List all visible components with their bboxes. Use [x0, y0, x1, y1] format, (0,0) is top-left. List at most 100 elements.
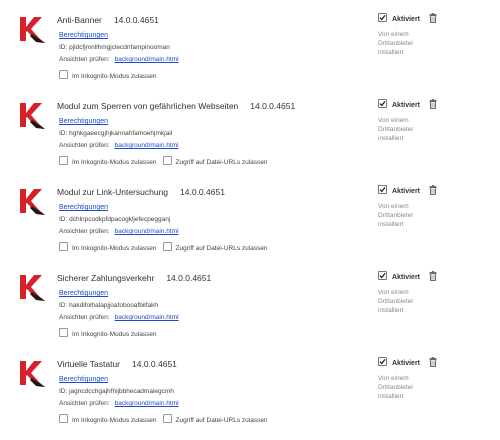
inspect-views: Ansichten prüfen: background/main.html — [59, 313, 179, 323]
extension-name: Anti-Banner — [57, 15, 102, 25]
third-party-note: Von einem Drittanbieter installiert — [378, 203, 414, 228]
permissions-link[interactable]: Berechtigungen — [59, 116, 108, 127]
extension-version: 14.0.0.4651 — [180, 187, 225, 197]
incognito-option[interactable]: Im Inkognito-Modus zulassen — [59, 156, 157, 168]
inspect-view-link[interactable]: background/main.html — [115, 314, 179, 321]
checkbox-checked-icon[interactable] — [378, 357, 387, 366]
incognito-checkbox[interactable] — [59, 242, 68, 251]
extension-id: ID: jagncdcchgajhfhijbbhecadmaiegcmh — [59, 388, 174, 395]
enabled-label: Aktiviert — [392, 102, 421, 109]
enable-toggle[interactable]: Aktiviert — [378, 357, 420, 367]
incognito-option[interactable]: Im Inkognito-Modus zulassen — [59, 414, 157, 426]
trash-icon[interactable] — [429, 185, 437, 195]
inspect-view-link[interactable]: background/main.html — [115, 400, 179, 407]
extension-options: Im Inkognito-Modus zulassen Zugriff auf … — [59, 242, 274, 252]
trash-icon[interactable] — [429, 13, 437, 23]
file-urls-label: Zugriff auf Datei-URLs zulassen — [175, 159, 268, 166]
extension-version: 14.0.0.4651 — [166, 273, 212, 283]
inspect-views: Ansichten prüfen: background/main.html — [59, 55, 179, 65]
third-party-note: Von einem Drittanbieter installiert — [378, 289, 414, 314]
incognito-option[interactable]: Im Inkognito-Modus zulassen — [59, 328, 157, 340]
extension-name: Modul zur Link-Untersuchung — [57, 187, 169, 197]
permissions-link[interactable]: Berechtigungen — [59, 374, 108, 385]
file-urls-checkbox[interactable] — [162, 242, 172, 251]
extension-version: 14.0.0.4651 — [132, 359, 177, 369]
permissions-link[interactable]: Berechtigungen — [59, 288, 108, 299]
extension-title: Virtuelle Tastatur 14.0.0.4651 — [57, 358, 177, 371]
file-urls-option[interactable]: Zugriff auf Datei-URLs zulassen — [162, 414, 268, 426]
extension-title: Modul zur Link-Untersuchung 14.0.0.4651 — [57, 186, 225, 199]
extension-version: 14.0.0.4651 — [113, 15, 159, 25]
incognito-checkbox[interactable] — [59, 414, 68, 423]
inspect-views-label: Ansichten prüfen: — [59, 56, 110, 63]
incognito-label: Im Inkognito-Modus zulassen — [72, 73, 157, 80]
incognito-option[interactable]: Im Inkognito-Modus zulassen — [59, 70, 157, 82]
inspect-views: Ansichten prüfen: background/main.html — [59, 227, 179, 237]
extension-id: ID: hakdifolhalapjjoafobooafbilfakh — [59, 302, 159, 309]
third-party-note: Von einem Drittanbieter installiert — [378, 117, 414, 142]
extension-item: Modul zur Link-Untersuchung 14.0.0.4651 B… — [0, 182, 500, 268]
kaspersky-k-logo-icon — [20, 103, 45, 129]
extension-options: Im Inkognito-Modus zulassen Zugriff auf … — [59, 414, 274, 424]
permissions-link[interactable]: Berechtigungen — [59, 202, 108, 213]
enable-toggle[interactable]: Aktiviert — [378, 99, 420, 109]
extension-name: Modul zum Sperren von gefährlichen Webse… — [57, 101, 239, 111]
file-urls-checkbox[interactable] — [162, 156, 172, 165]
file-urls-checkbox[interactable] — [162, 414, 172, 423]
extension-name: Sicherer Zahlungsverkehr — [57, 273, 155, 283]
extension-item: Virtuelle Tastatur 14.0.0.4651 Berechtigu… — [0, 354, 500, 440]
incognito-checkbox[interactable] — [59, 156, 68, 165]
inspect-views: Ansichten prüfen: background/main.html — [59, 141, 179, 151]
enable-toggle[interactable]: Aktiviert — [378, 13, 420, 23]
file-urls-option[interactable]: Zugriff auf Datei-URLs zulassen — [162, 242, 268, 254]
checkbox-checked-icon[interactable] — [378, 271, 387, 280]
extension-item: Sicherer Zahlungsverkehr 14.0.0.4651 Bere… — [0, 268, 500, 354]
kaspersky-k-logo-icon — [20, 189, 45, 215]
inspect-views-label: Ansichten prüfen: — [59, 142, 110, 149]
extension-options: Im Inkognito-Modus zulassen — [59, 328, 163, 338]
third-party-note: Von einem Drittanbieter installiert — [378, 375, 414, 400]
third-party-note: Von einem Drittanbieter installiert — [378, 31, 414, 56]
inspect-view-link[interactable]: background/main.html — [115, 228, 179, 235]
incognito-checkbox[interactable] — [59, 328, 68, 337]
incognito-label: Im Inkognito-Modus zulassen — [72, 417, 157, 424]
inspect-view-link[interactable]: background/main.html — [115, 142, 179, 149]
trash-icon[interactable] — [429, 271, 437, 281]
extension-list: Anti-Banner 14.0.0.4651 Berechtigungen ID… — [0, 0, 500, 431]
inspect-views: Ansichten prüfen: background/main.html — [59, 399, 179, 409]
incognito-checkbox[interactable] — [59, 70, 68, 79]
extension-item: Anti-Banner 14.0.0.4651 Berechtigungen ID… — [0, 10, 500, 96]
file-urls-label: Zugriff auf Datei-URLs zulassen — [175, 245, 268, 252]
file-urls-option[interactable]: Zugriff auf Datei-URLs zulassen — [162, 156, 268, 168]
enable-toggle[interactable]: Aktiviert — [378, 185, 420, 195]
extension-name: Virtuelle Tastatur — [57, 359, 120, 369]
trash-icon[interactable] — [429, 99, 437, 109]
checkbox-checked-icon[interactable] — [378, 13, 387, 22]
extension-title: Modul zum Sperren von gefährlichen Webse… — [57, 100, 295, 113]
inspect-views-label: Ansichten prüfen: — [59, 228, 110, 235]
inspect-view-link[interactable]: background/main.html — [115, 56, 179, 63]
trash-icon[interactable] — [429, 357, 437, 367]
kaspersky-k-logo-icon — [20, 17, 45, 43]
extension-item: Modul zum Sperren von gefährlichen Webse… — [0, 96, 500, 182]
inspect-views-label: Ansichten prüfen: — [59, 400, 110, 407]
enabled-label: Aktiviert — [392, 16, 421, 23]
extension-title: Anti-Banner 14.0.0.4651 — [57, 14, 159, 27]
extension-version: 14.0.0.4651 — [250, 101, 296, 111]
extension-id: ID: dchlnpcodkpfdpacogkljefecpegganj — [59, 216, 171, 223]
incognito-label: Im Inkognito-Modus zulassen — [72, 159, 157, 166]
file-urls-label: Zugriff auf Datei-URLs zulassen — [175, 417, 268, 424]
enable-toggle[interactable]: Aktiviert — [378, 271, 420, 281]
enabled-label: Aktiviert — [392, 360, 421, 367]
checkbox-checked-icon[interactable] — [378, 185, 387, 194]
extension-id: ID: pjldcfjmnllhmgjclecdnfampinooman — [59, 44, 170, 51]
checkbox-checked-icon[interactable] — [378, 99, 387, 108]
enabled-label: Aktiviert — [392, 188, 421, 195]
extension-id: ID: hghkgaeecgjhjkannahfamoehjmkjail — [59, 130, 173, 137]
kaspersky-k-logo-icon — [20, 275, 45, 301]
incognito-label: Im Inkognito-Modus zulassen — [72, 331, 157, 338]
incognito-label: Im Inkognito-Modus zulassen — [72, 245, 157, 252]
extension-options: Im Inkognito-Modus zulassen — [59, 70, 163, 80]
incognito-option[interactable]: Im Inkognito-Modus zulassen — [59, 242, 157, 254]
permissions-link[interactable]: Berechtigungen — [59, 30, 108, 41]
